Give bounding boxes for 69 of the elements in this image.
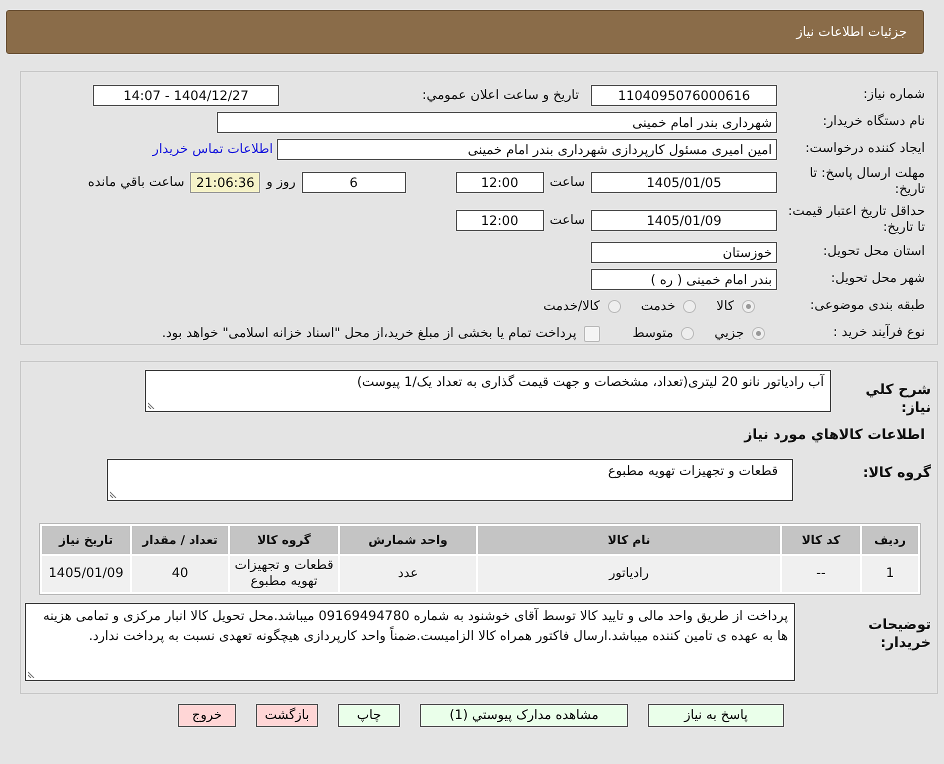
field-label: نام دستگاه خریدار:	[822, 114, 926, 131]
radio-label: متوسط	[632, 326, 674, 341]
radio-button[interactable]	[752, 327, 765, 340]
radio-label: جزيي	[714, 326, 744, 341]
action-button[interactable]: مشاهده مدارک پیوستي (1)	[420, 704, 628, 727]
days-label: روز و	[264, 174, 297, 190]
table-cell: عدد	[340, 556, 476, 592]
description-text: آب رادیاتور نانو 20 لیتری(تعداد، مشخصات و جهت قیمت گذاری به تعداد یک/1 پیوست)	[356, 375, 824, 390]
column-header: نام کالا	[478, 526, 780, 554]
date-field: 1405/01/05	[591, 172, 777, 192]
field-label: تاریخ و ساعت اعلان عمومي:	[421, 88, 580, 103]
resize-grip-icon	[148, 401, 156, 409]
resize-grip-icon	[110, 490, 118, 498]
days-field: 6	[302, 172, 406, 192]
goods-group-text: قطعات و تجهیزات تهویه مطبوع	[608, 464, 778, 479]
buyer-notes-text: پرداخت از طریق واحد مالی و تایید کالا توسط آقای خوشنود به شماره 09169494780 میباشد.محل تحویل کالا انبار مرکزی و تمامی هزینه ها به عهده ی تامین کننده میباشد.ارسال فاکتور همراه کالا الزامیست.ضمناً واحد کارپردازی هیچگونه تعهدی نسبت به پرداخت ندارد.	[43, 609, 788, 644]
time-label: ساعت	[548, 212, 586, 228]
column-header: تاریخ نیاز	[42, 526, 130, 554]
checkbox-label: پرداخت تمام یا بخشی از مبلغ خرید،از محل "اسناد خزانه اسلامی" خواهد بود.	[162, 326, 576, 341]
radio-button[interactable]	[681, 327, 694, 340]
field-label: ایجاد کننده درخواست:	[804, 141, 926, 158]
field-label: استان محل تحویل:	[822, 244, 926, 261]
remaining-time-field: 21:06:36	[190, 172, 260, 192]
requester-field: امین امیری مسئول کارپردازی شهرداری بندر امام خمینی	[277, 139, 777, 160]
column-header: گروه کالا	[230, 526, 338, 554]
checkbox[interactable]	[584, 326, 600, 342]
radio-label: کالا	[716, 299, 734, 314]
announce-date-field: 1404/12/27 - 14:07	[93, 85, 279, 106]
section-heading: اطلاعات کالاهاي مورد نیاز	[742, 426, 926, 445]
buyer-contact-link[interactable]: اطلاعات تماس خریدار	[152, 142, 273, 157]
column-header: کد کالا	[782, 526, 860, 554]
table-cell: --	[782, 556, 860, 592]
page-title: جزئیات اطلاعات نیاز	[796, 24, 907, 40]
radio-button[interactable]	[683, 300, 696, 313]
table-cell: رادیاتور	[478, 556, 780, 592]
field-label: طبقه بندی موضوعی:	[808, 298, 926, 315]
action-button[interactable]: بازگشت	[256, 704, 318, 727]
table-cell: قطعات و تجهیزات تهویه مطبوع	[230, 556, 338, 592]
time-label: ساعت	[548, 174, 586, 190]
radio-label: کالا/خدمت	[543, 299, 600, 314]
column-header: ردیف	[862, 526, 918, 554]
city-field: بندر امام خمینی ( ره )	[591, 269, 777, 290]
field-label: شماره نیاز:	[862, 87, 926, 104]
column-header: واحد شمارش	[340, 526, 476, 554]
action-button[interactable]: پاسخ به نیاز	[648, 704, 784, 727]
time-field: 12:00	[456, 210, 544, 230]
column-header: تعداد / مقدار	[132, 526, 228, 554]
action-button[interactable]: چاپ	[338, 704, 400, 727]
time-field: 12:00	[456, 172, 544, 192]
field-label: حداقل تاریخ اعتبار قیمت: تا تاریخ:	[786, 204, 926, 236]
table-cell: 1	[862, 556, 918, 592]
action-button[interactable]: خروج	[178, 704, 236, 727]
field-label: شهر محل تحویل:	[830, 271, 926, 288]
radio-button[interactable]	[742, 300, 755, 313]
province-field: خوزستان	[591, 242, 777, 263]
table-cell: 1405/01/09	[42, 556, 130, 592]
remaining-label: ساعت باقي مانده	[86, 174, 186, 190]
field-label: نوع فرآیند خرید :	[832, 325, 926, 342]
field-label: مهلت ارسال پاسخ: تا تاریخ:	[808, 166, 926, 198]
buyer-org-field: شهرداری بندر امام خمینی	[217, 112, 777, 133]
radio-button[interactable]	[608, 300, 621, 313]
field-label: گروه کالا:	[862, 463, 932, 482]
field-label: شرح کلي نیاز:	[864, 381, 932, 417]
resize-grip-icon	[28, 670, 36, 678]
need-number-field: 1104095076000616	[591, 85, 777, 106]
radio-label: خدمت	[640, 299, 676, 314]
date-field: 1405/01/09	[591, 210, 777, 230]
table-cell: 40	[132, 556, 228, 592]
field-label: توضیحات خریدار:	[867, 616, 932, 652]
